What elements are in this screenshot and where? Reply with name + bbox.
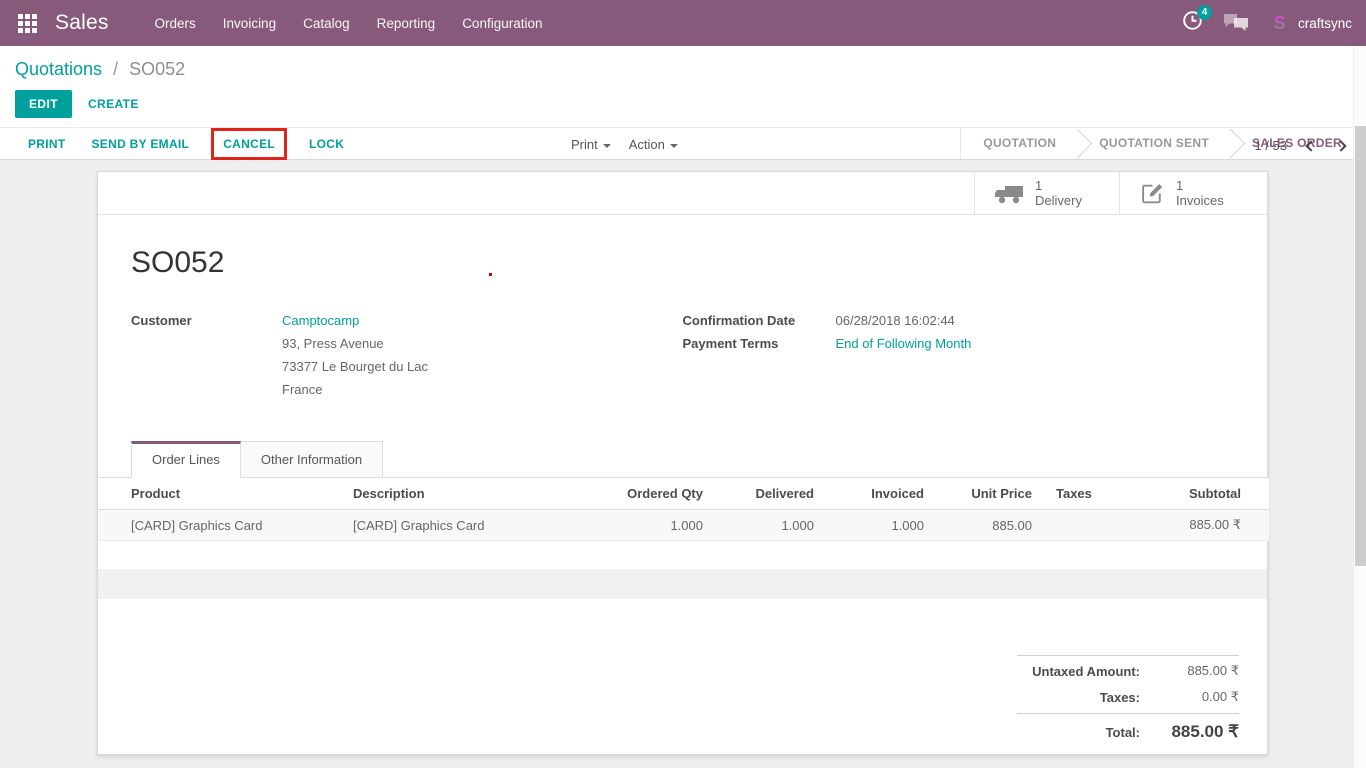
chevron-down-icon: [670, 144, 678, 148]
order-line-row[interactable]: [CARD] Graphics Card [CARD] Graphics Car…: [98, 510, 1269, 541]
order-lines-table: Product Description Ordered Qty Delivere…: [98, 478, 1269, 541]
taxes-value: 0.00 ₹: [1154, 689, 1239, 705]
cell-unit-price: 885.00: [929, 510, 1037, 541]
scrollbar-track: [1353, 46, 1366, 768]
top-navbar: Sales Orders Invoicing Catalog Reporting…: [0, 0, 1366, 46]
table-header-row: Product Description Ordered Qty Delivere…: [98, 478, 1269, 510]
breadcrumb: Quotations / SO052: [15, 59, 1351, 80]
empty-row: [98, 541, 1267, 569]
untaxed-amount-label: Untaxed Amount:: [1017, 664, 1154, 679]
user-name: craftsync: [1298, 16, 1352, 31]
col-product: Product: [98, 478, 353, 510]
truck-icon: [995, 183, 1024, 204]
breadcrumb-quotations-link[interactable]: Quotations: [15, 59, 102, 79]
col-ordered-qty: Ordered Qty: [603, 478, 708, 510]
menu-reporting[interactable]: Reporting: [377, 16, 436, 31]
customer-label: Customer: [131, 311, 282, 403]
customer-city: 73377 Le Bourget du Lac: [282, 357, 428, 376]
form-view: 1 Delivery 1 Invoices SO052: [0, 160, 1366, 768]
send-by-email-button[interactable]: SEND BY EMAIL: [92, 137, 190, 151]
cell-description: [CARD] Graphics Card: [353, 510, 603, 541]
delivery-label: Delivery: [1035, 193, 1082, 208]
col-description: Description: [353, 478, 603, 510]
col-invoiced: Invoiced: [819, 478, 929, 510]
lock-button[interactable]: LOCK: [309, 137, 344, 151]
cell-product: [CARD] Graphics Card: [98, 510, 353, 541]
delivery-count: 1: [1035, 178, 1082, 193]
cancel-button[interactable]: CANCEL: [223, 137, 275, 151]
scrollbar-thumb[interactable]: [1355, 126, 1366, 566]
cell-invoiced: 1.000: [819, 510, 929, 541]
messages-icon[interactable]: [1223, 13, 1249, 33]
chevron-down-icon: [603, 144, 611, 148]
invoices-smart-button[interactable]: 1 Invoices: [1119, 172, 1267, 214]
state-quotation-sent[interactable]: QUOTATION SENT: [1077, 128, 1231, 159]
cell-taxes: [1037, 510, 1122, 541]
col-taxes: Taxes: [1037, 478, 1122, 510]
confirmation-date-label: Confirmation Date: [683, 311, 836, 330]
statusbar: PRINT SEND BY EMAIL CANCEL LOCK QUOTATIO…: [0, 127, 1366, 160]
taxes-label: Taxes:: [1017, 690, 1154, 705]
tab-other-information[interactable]: Other Information: [241, 441, 383, 478]
print-dropdown[interactable]: Print: [571, 137, 611, 152]
cell-ordered-qty: 1.000: [603, 510, 708, 541]
invoices-label: Invoices: [1176, 193, 1224, 208]
pager-next-icon[interactable]: [1335, 140, 1346, 151]
create-button[interactable]: CREATE: [88, 97, 139, 111]
customer-country: France: [282, 380, 428, 399]
record-title: SO052: [131, 246, 1267, 280]
notebook-tabs: Order Lines Other Information: [98, 441, 1267, 478]
pager-value: 1 / 53: [1254, 138, 1287, 153]
empty-row-striped: [98, 569, 1267, 599]
breadcrumb-separator: /: [113, 59, 118, 79]
totals-panel: Untaxed Amount: 885.00 ₹ Taxes: 0.00 ₹ T…: [1017, 655, 1239, 747]
menu-orders[interactable]: Orders: [155, 16, 196, 31]
red-dot-artifact: [489, 273, 492, 276]
app-title[interactable]: Sales: [55, 11, 109, 35]
activity-count-badge: 4: [1197, 5, 1212, 20]
state-quotation[interactable]: QUOTATION: [961, 128, 1078, 159]
customer-link[interactable]: Camptocamp: [282, 313, 359, 328]
cell-delivered: 1.000: [708, 510, 819, 541]
cancel-button-highlight: CANCEL: [211, 128, 287, 160]
delivery-smart-button[interactable]: 1 Delivery: [974, 172, 1119, 214]
user-avatar: S: [1269, 13, 1290, 34]
menu-invoicing[interactable]: Invoicing: [223, 16, 276, 31]
user-menu[interactable]: S craftsync: [1269, 13, 1352, 34]
total-label: Total:: [1017, 725, 1144, 740]
main-menu: Orders Invoicing Catalog Reporting Confi…: [155, 16, 543, 31]
customer-street: 93, Press Avenue: [282, 334, 428, 353]
menu-configuration[interactable]: Configuration: [462, 16, 542, 31]
print-button[interactable]: PRINT: [28, 137, 66, 151]
confirmation-date-value: 06/28/2018 16:02:44: [836, 311, 972, 330]
cell-subtotal: 885.00 ₹: [1122, 510, 1269, 541]
action-dropdown[interactable]: Action: [629, 137, 678, 152]
control-panel: Quotations / SO052 EDIT CREATE Print Act…: [0, 46, 1366, 127]
total-value: 885.00 ₹: [1144, 722, 1239, 742]
tab-order-lines[interactable]: Order Lines: [131, 441, 241, 478]
menu-catalog[interactable]: Catalog: [303, 16, 350, 31]
breadcrumb-current: SO052: [129, 59, 185, 79]
pencil-square-icon: [1140, 181, 1165, 206]
invoices-count: 1: [1176, 178, 1224, 193]
col-unit-price: Unit Price: [929, 478, 1037, 510]
col-subtotal: Subtotal: [1122, 478, 1269, 510]
payment-terms-link[interactable]: End of Following Month: [836, 336, 972, 351]
record-sheet: 1 Delivery 1 Invoices SO052: [97, 171, 1268, 755]
activity-clock-icon[interactable]: 4: [1182, 10, 1203, 36]
apps-grid-icon[interactable]: [18, 14, 37, 33]
col-delivered: Delivered: [708, 478, 819, 510]
edit-button[interactable]: EDIT: [15, 90, 72, 118]
payment-terms-label: Payment Terms: [683, 334, 836, 353]
untaxed-amount-value: 885.00 ₹: [1154, 663, 1239, 679]
pager-previous-icon[interactable]: [1305, 140, 1316, 151]
